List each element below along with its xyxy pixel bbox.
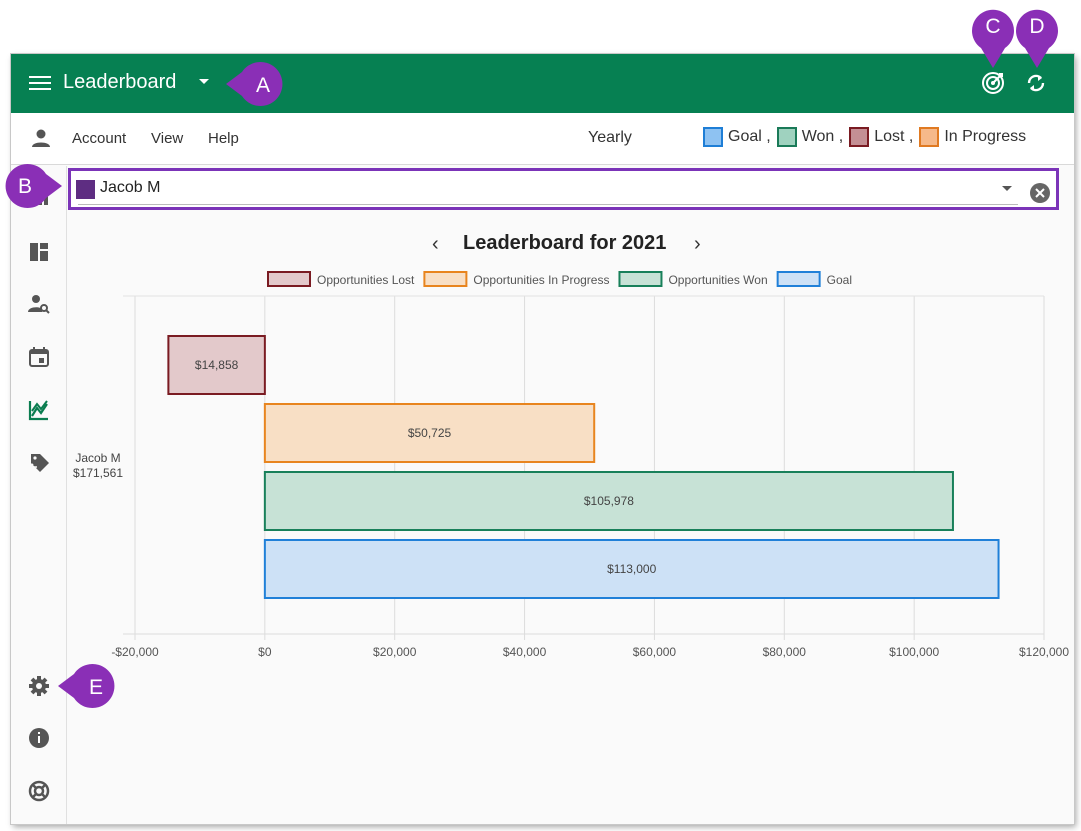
clear-icon[interactable] [1029,182,1051,204]
legend-won: Won , [776,127,843,147]
calendar-icon[interactable] [27,345,51,369]
caret-down-icon[interactable] [199,79,209,84]
x-tick-label: $20,000 [373,645,417,659]
legend-swatch [423,271,468,287]
period-label[interactable]: Yearly [588,129,632,147]
legend-swatch [267,271,311,287]
legend-swatch [618,271,663,287]
target-icon[interactable] [980,70,1006,96]
chart-title: Leaderboard for 2021 [463,232,667,254]
sidebar [11,166,67,824]
settings-icon[interactable] [27,674,51,698]
menu-icon[interactable] [29,73,51,93]
menu-bar: Account View Help Yearly Goal , Won , Lo… [11,113,1074,165]
category-label: Jacob M [75,451,120,465]
dashboard-icon[interactable] [27,186,51,210]
x-tick-label: $40,000 [503,645,547,659]
salesperson-name: Jacob M [100,179,161,196]
app-bar: Leaderboard [11,54,1074,113]
refresh-icon[interactable] [1023,70,1049,96]
bar-value-label: $50,725 [408,426,452,440]
legend-label: Opportunities Won [668,273,767,287]
tag-transfer-icon[interactable] [27,451,51,475]
legend-label: Opportunities Lost [317,273,415,287]
chart-icon[interactable] [27,398,51,422]
info-icon[interactable] [27,726,51,750]
leaderboard-chart: -$20,000 $0 $20,000 $40,000 $60,000 $80,000 $1… [73,271,1069,659]
select-underline [78,204,1018,205]
menu-account[interactable]: Account [72,130,126,147]
legend-lost: Lost , [849,127,913,147]
prev-year-button[interactable]: ‹ [432,233,439,256]
salesperson-swatch [76,180,95,199]
bar-value-label: $113,000 [607,562,656,576]
app-window: Leaderboard Account View Help Yearly Goa… [11,54,1074,824]
x-tick-label: $80,000 [763,645,807,659]
x-tick-label: $100,000 [889,645,939,659]
main-content: Jacob M ‹ Leaderboard for 2021 › -$20,00… [68,166,1074,824]
chevron-down-icon[interactable] [1002,186,1012,191]
person-search-icon[interactable] [27,292,51,316]
callout-d-label: D [1029,15,1044,38]
next-year-button[interactable]: › [694,233,701,256]
bar-value-label: $105,978 [584,494,634,508]
board-icon[interactable] [27,240,51,264]
account-icon[interactable] [30,127,52,149]
app-title[interactable]: Leaderboard [63,71,176,94]
legend-in-progress: In Progress [919,127,1026,147]
x-tick-label: $0 [258,645,272,659]
category-total: $171,561 [73,466,123,480]
menu-help[interactable]: Help [208,130,239,147]
callout-c-label: C [985,15,1000,38]
menu-view[interactable]: View [151,130,183,147]
legend-goal: Goal , [703,127,771,147]
legend-label: Goal [827,273,852,287]
legend-swatch [776,271,821,287]
legend-label: Opportunities In Progress [473,273,609,287]
bar-value-label: $14,858 [195,358,239,372]
x-tick-label: $60,000 [633,645,677,659]
x-tick-label: $120,000 [1019,645,1069,659]
salesperson-select[interactable]: Jacob M [68,168,1059,210]
x-tick-label: -$20,000 [111,645,159,659]
status-legend: Goal , Won , Lost , In Progress [703,127,1032,147]
help-lifebuoy-icon[interactable] [27,779,51,803]
